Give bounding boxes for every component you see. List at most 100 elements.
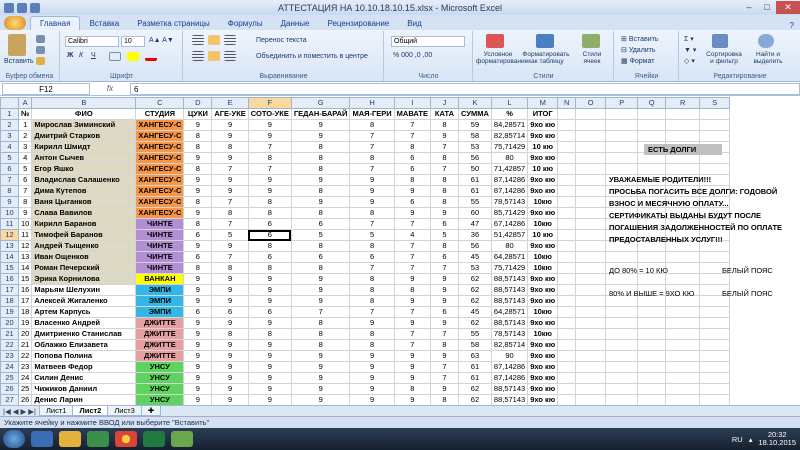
cell-H25[interactable]: 9 bbox=[349, 372, 395, 384]
cell-O4[interactable] bbox=[575, 141, 607, 153]
cell-F26[interactable]: 9 bbox=[247, 383, 292, 395]
merge-center-button[interactable]: Объединить и поместить в центре bbox=[256, 53, 368, 60]
cell-B9[interactable]: Ваня Цыганков bbox=[31, 196, 137, 208]
cell-I27[interactable]: 9 bbox=[393, 394, 432, 405]
cell-P5[interactable] bbox=[605, 152, 639, 164]
cell-C6[interactable]: ХАНГЕСУ-С bbox=[135, 163, 185, 175]
cell-L20[interactable]: 88,57143 bbox=[490, 317, 529, 329]
cell-J8[interactable]: 8 bbox=[430, 185, 459, 197]
cell-O10[interactable] bbox=[575, 207, 607, 219]
cell-N17[interactable] bbox=[557, 284, 577, 296]
cell-K27[interactable]: 62 bbox=[458, 394, 492, 405]
cell-A14[interactable]: 13 bbox=[17, 251, 33, 263]
cell-D17[interactable]: 9 bbox=[183, 284, 213, 296]
cell-K7[interactable]: 61 bbox=[458, 174, 492, 186]
cut-icon[interactable] bbox=[36, 35, 45, 43]
cell-I24[interactable]: 9 bbox=[393, 361, 432, 373]
cell-P23[interactable] bbox=[605, 350, 639, 362]
cell-styles-button[interactable]: Стили ячеек bbox=[574, 51, 610, 65]
column-header-F[interactable]: F bbox=[247, 97, 292, 109]
cell-S22[interactable] bbox=[699, 339, 731, 351]
cell-E16[interactable]: 9 bbox=[211, 273, 249, 285]
cell-S20[interactable] bbox=[699, 317, 731, 329]
row-header[interactable]: 19 bbox=[0, 306, 19, 318]
cell-M3[interactable]: 9хо кю bbox=[527, 130, 559, 142]
cell-B7[interactable]: Владислав Салашенко bbox=[31, 174, 137, 186]
tab-0[interactable]: Главная bbox=[30, 16, 81, 30]
cell-C12[interactable]: ЧИНТЕ bbox=[135, 229, 185, 241]
cell-G3[interactable]: 9 bbox=[290, 130, 351, 142]
cell-B24[interactable]: Матвеев Федор bbox=[31, 361, 137, 373]
cell-B26[interactable]: Чижиков Даниил bbox=[31, 383, 137, 395]
cell-H20[interactable]: 9 bbox=[349, 317, 395, 329]
clear-button[interactable]: ◇ ▾ bbox=[684, 57, 695, 65]
cell-P27[interactable] bbox=[605, 394, 639, 405]
chrome-taskbar-icon[interactable] bbox=[115, 431, 137, 447]
cell-K6[interactable]: 50 bbox=[458, 163, 492, 175]
cell-K2[interactable]: 59 bbox=[458, 119, 492, 131]
row-header[interactable]: 12 bbox=[0, 229, 19, 241]
column-header-D[interactable]: D bbox=[183, 97, 213, 109]
cell-D23[interactable]: 9 bbox=[183, 350, 213, 362]
cell-K12[interactable]: 36 bbox=[458, 229, 492, 241]
cell-N5[interactable] bbox=[557, 152, 577, 164]
cell-H14[interactable]: 6 bbox=[349, 251, 395, 263]
cell-P25[interactable] bbox=[605, 372, 639, 384]
cell-C15[interactable]: ЧИНТЕ bbox=[135, 262, 185, 274]
cell-M6[interactable]: 10 кю bbox=[527, 163, 559, 175]
paste-icon[interactable] bbox=[8, 34, 26, 56]
cell-R24[interactable] bbox=[665, 361, 701, 373]
cell-N25[interactable] bbox=[557, 372, 577, 384]
cell-H9[interactable]: 9 bbox=[349, 196, 395, 208]
align-left-icon[interactable] bbox=[192, 51, 204, 61]
cell-S14[interactable] bbox=[699, 251, 731, 263]
cell-B15[interactable]: Роман Печерский bbox=[31, 262, 137, 274]
cell-D10[interactable]: 9 bbox=[183, 207, 213, 219]
cell-J18[interactable]: 9 bbox=[430, 295, 459, 307]
cell-O1[interactable] bbox=[575, 108, 607, 120]
cell-B25[interactable]: Силин Денис bbox=[31, 372, 137, 384]
cell-G24[interactable]: 9 bbox=[290, 361, 351, 373]
cell-L15[interactable]: 75,71429 bbox=[490, 262, 529, 274]
cell-L25[interactable]: 87,14286 bbox=[490, 372, 529, 384]
bold-button[interactable]: Ж bbox=[67, 52, 73, 59]
cell-A4[interactable]: 3 bbox=[17, 141, 33, 153]
cell-B10[interactable]: Слава Вавилов bbox=[31, 207, 137, 219]
cell-H1[interactable]: МАЯ-ГЕРИ bbox=[349, 108, 395, 120]
cell-D9[interactable]: 8 bbox=[183, 196, 213, 208]
cell-L5[interactable]: 80 bbox=[490, 152, 529, 164]
cell-I16[interactable]: 9 bbox=[393, 273, 432, 285]
cell-R27[interactable] bbox=[665, 394, 701, 405]
row-header[interactable]: 2 bbox=[0, 119, 19, 131]
cell-A6[interactable]: 5 bbox=[17, 163, 33, 175]
cell-D25[interactable]: 9 bbox=[183, 372, 213, 384]
cell-D20[interactable]: 9 bbox=[183, 317, 213, 329]
format-table-icon[interactable] bbox=[536, 34, 554, 48]
cell-N27[interactable] bbox=[557, 394, 577, 405]
cell-S1[interactable] bbox=[699, 108, 731, 120]
cell-G1[interactable]: ГЕДАН-БАРАЙ bbox=[290, 108, 351, 120]
cell-M7[interactable]: 9хо кю bbox=[527, 174, 559, 186]
cell-N20[interactable] bbox=[557, 317, 577, 329]
cell-G20[interactable]: 8 bbox=[290, 317, 351, 329]
cell-N21[interactable] bbox=[557, 328, 577, 340]
align-bottom-icon[interactable] bbox=[224, 35, 236, 45]
cell-D8[interactable]: 9 bbox=[183, 185, 213, 197]
cell-I15[interactable]: 7 bbox=[393, 262, 432, 274]
cell-D4[interactable]: 8 bbox=[183, 141, 213, 153]
cell-P22[interactable] bbox=[605, 339, 639, 351]
cell-F25[interactable]: 9 bbox=[247, 372, 292, 384]
cell-O5[interactable] bbox=[575, 152, 607, 164]
cell-A24[interactable]: 23 bbox=[17, 361, 33, 373]
cell-F16[interactable]: 9 bbox=[247, 273, 292, 285]
cell-C14[interactable]: ЧИНТЕ bbox=[135, 251, 185, 263]
cell-N7[interactable] bbox=[557, 174, 577, 186]
row-header[interactable]: 17 bbox=[0, 284, 19, 296]
column-header-L[interactable]: L bbox=[490, 97, 529, 109]
cell-E5[interactable]: 9 bbox=[211, 152, 249, 164]
cell-R20[interactable] bbox=[665, 317, 701, 329]
cell-O3[interactable] bbox=[575, 130, 607, 142]
cell-J7[interactable]: 8 bbox=[430, 174, 459, 186]
cell-P4[interactable] bbox=[605, 141, 639, 153]
cell-S6[interactable] bbox=[699, 163, 731, 175]
